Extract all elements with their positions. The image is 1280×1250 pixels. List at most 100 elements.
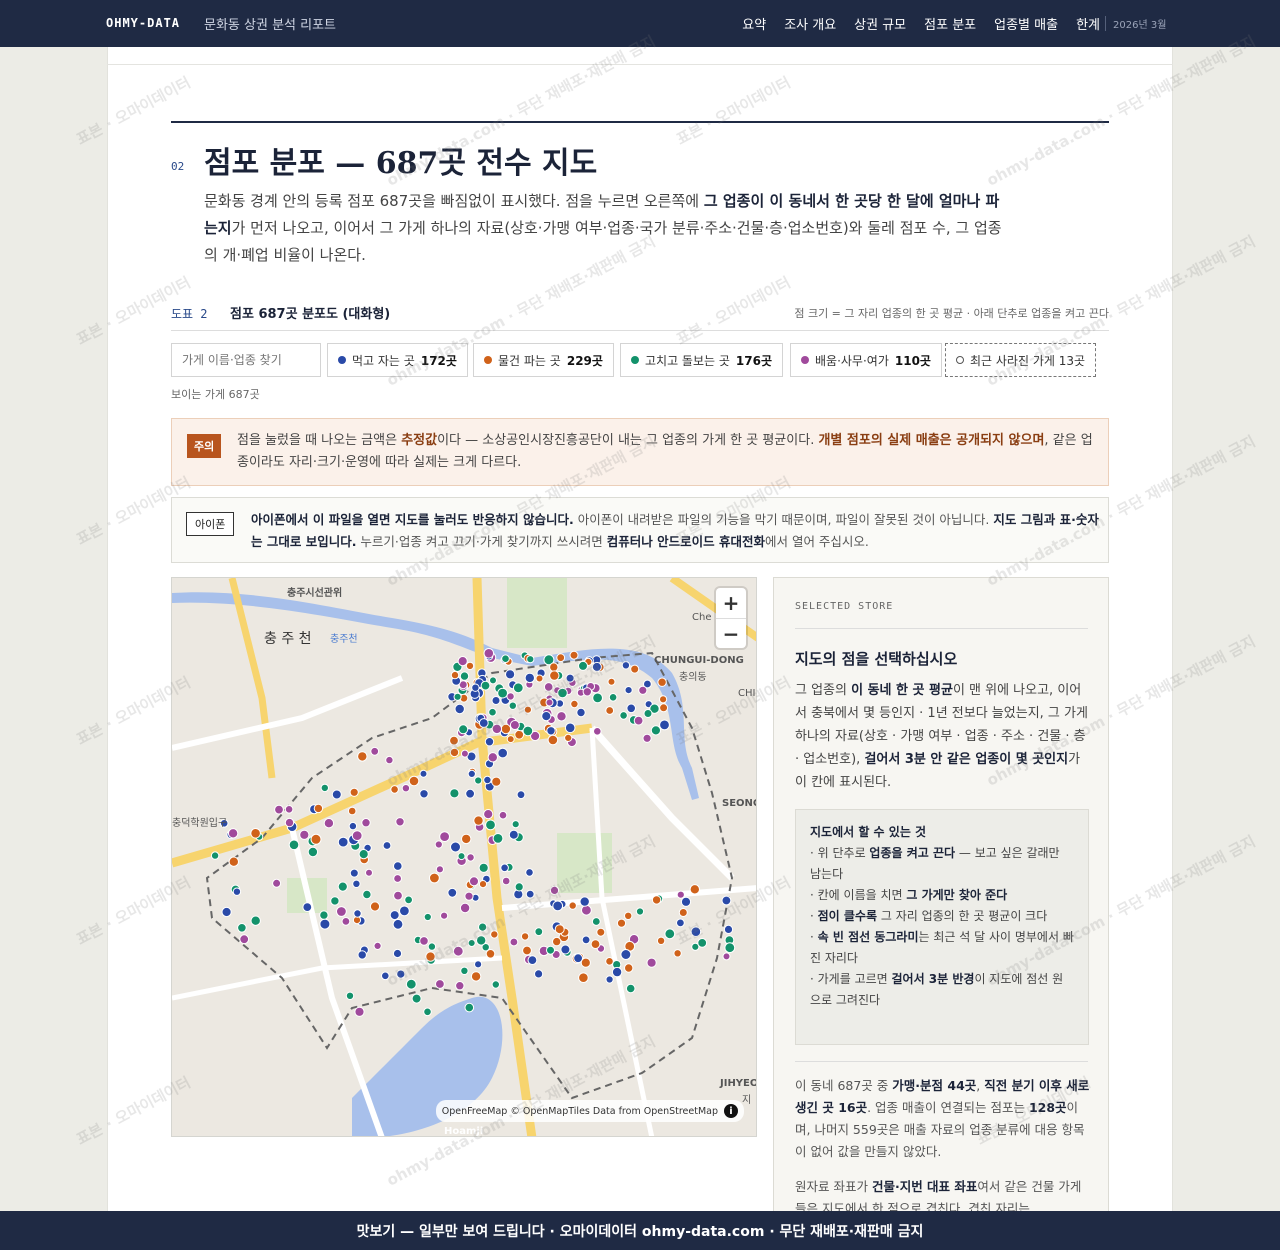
store-dot[interactable] [578, 972, 589, 984]
store-dot[interactable] [423, 912, 432, 922]
store-dot[interactable] [514, 729, 525, 740]
store-dot[interactable] [578, 660, 588, 671]
store-dot[interactable] [547, 734, 559, 746]
store-dot[interactable] [390, 785, 399, 794]
store-dot[interactable] [370, 746, 380, 756]
store-dot[interactable] [381, 971, 390, 981]
store-dot[interactable] [411, 993, 422, 1004]
store-dot[interactable] [593, 727, 602, 736]
store-dot[interactable] [491, 696, 501, 705]
store-dot[interactable] [221, 906, 232, 918]
store-dot[interactable] [516, 790, 526, 800]
store-dot[interactable] [525, 868, 534, 877]
store-dot[interactable] [591, 917, 601, 926]
store-dot[interactable] [459, 671, 470, 681]
brand-logo[interactable]: OHMY-DATA [106, 16, 180, 30]
store-dot[interactable] [633, 715, 644, 726]
store-dot[interactable] [347, 806, 357, 816]
store-dot[interactable] [478, 880, 488, 889]
store-dot[interactable] [546, 945, 555, 955]
store-dot[interactable] [349, 787, 359, 797]
store-dot[interactable] [638, 685, 648, 695]
store-dot[interactable] [354, 1006, 365, 1017]
store-dot[interactable] [357, 751, 368, 762]
store-dot[interactable] [353, 909, 362, 918]
store-dot[interactable] [331, 789, 342, 800]
store-dot[interactable] [721, 895, 732, 906]
store-dot[interactable] [484, 737, 495, 747]
store-dot[interactable] [408, 775, 420, 787]
store-dot[interactable] [461, 833, 472, 845]
store-dot[interactable] [393, 874, 403, 883]
store-dot[interactable] [552, 936, 562, 947]
store-dot[interactable] [624, 963, 634, 973]
store-dot[interactable] [552, 900, 564, 912]
store-dot[interactable] [607, 677, 616, 686]
store-dot[interactable] [659, 695, 668, 704]
store-dot[interactable] [483, 809, 494, 820]
store-dot[interactable] [697, 938, 708, 948]
store-dot[interactable] [485, 949, 496, 959]
store-dot[interactable] [535, 674, 544, 683]
info-icon[interactable]: i [724, 1104, 738, 1118]
store-dot[interactable] [349, 868, 359, 878]
store-dot[interactable] [680, 896, 692, 907]
store-dot[interactable] [396, 969, 406, 979]
zoom-out-button[interactable]: − [716, 618, 746, 648]
store-dot[interactable] [362, 889, 372, 900]
nav-link-overview[interactable]: 조사 개요 [784, 14, 836, 33]
store-dot[interactable] [505, 669, 516, 680]
store-dot[interactable] [373, 941, 382, 950]
store-dot[interactable] [545, 698, 554, 707]
store-dot[interactable] [549, 885, 560, 895]
store-dot[interactable] [619, 711, 628, 720]
store-dot[interactable] [429, 872, 440, 884]
store-dot[interactable] [395, 817, 405, 827]
store-dot[interactable] [319, 910, 329, 920]
store-dot[interactable] [385, 755, 394, 765]
store-dot[interactable] [452, 945, 464, 957]
store-dot[interactable] [313, 803, 324, 814]
store-dot[interactable] [489, 676, 497, 685]
store-dot[interactable] [288, 839, 300, 851]
store-dot[interactable] [579, 896, 590, 907]
store-dot[interactable] [435, 865, 444, 874]
nav-link-summary[interactable]: 요약 [742, 14, 766, 33]
store-dot[interactable] [419, 936, 429, 946]
store-dot[interactable] [337, 836, 349, 848]
store-dot[interactable] [449, 735, 459, 746]
store-dot[interactable] [549, 670, 560, 681]
store-dot[interactable] [624, 686, 633, 695]
store-dot[interactable] [393, 861, 403, 871]
store-dot[interactable] [250, 915, 261, 926]
store-dot[interactable] [393, 890, 403, 901]
filter-chip-repair-care[interactable]: 고치고 돌보는 곳 176곳 [620, 343, 784, 377]
store-dot[interactable] [341, 917, 351, 926]
store-dot[interactable] [605, 975, 614, 984]
store-dot[interactable] [476, 935, 487, 946]
store-dot[interactable] [690, 926, 702, 938]
store-dot[interactable] [361, 818, 371, 828]
zoom-in-button[interactable]: + [716, 588, 746, 618]
store-dot[interactable] [485, 819, 496, 831]
store-dot[interactable] [447, 887, 458, 898]
store-dot[interactable] [392, 948, 403, 959]
store-dot[interactable] [549, 662, 559, 672]
store-dot[interactable] [569, 650, 579, 660]
store-dot[interactable] [724, 942, 736, 954]
store-dot[interactable] [643, 709, 653, 718]
store-dot[interactable] [527, 955, 538, 966]
store-dot[interactable] [543, 682, 554, 692]
store-dot[interactable] [464, 891, 474, 901]
store-dot[interactable] [570, 699, 579, 709]
store-dot[interactable] [250, 828, 261, 839]
store-dot[interactable] [357, 950, 367, 960]
store-dot[interactable] [337, 881, 348, 892]
store-dot[interactable] [657, 677, 667, 687]
store-dot[interactable] [299, 829, 310, 840]
store-dot[interactable] [284, 805, 294, 814]
store-dot[interactable] [514, 882, 524, 892]
filter-chip-education-office[interactable]: 배움·사무·여가 110곳 [790, 343, 942, 377]
store-dot[interactable] [630, 664, 640, 674]
store-dot[interactable] [491, 980, 500, 989]
